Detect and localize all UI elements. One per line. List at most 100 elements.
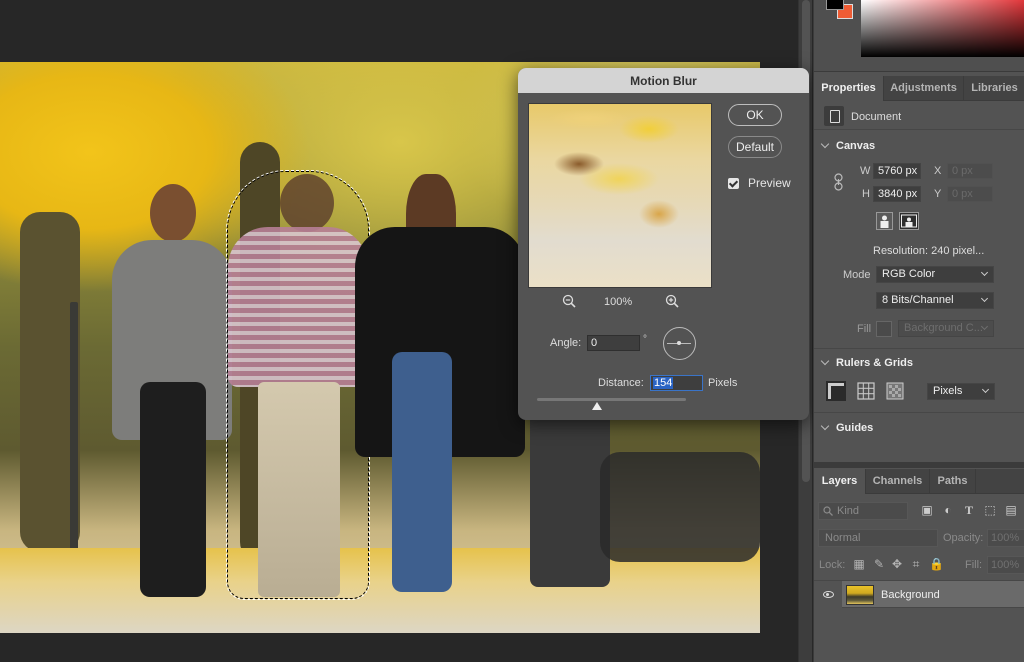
lock-transparent-pixels-icon[interactable]: ▦ (852, 557, 866, 571)
layers-list-empty-area (814, 609, 1024, 662)
chevron-down-icon (981, 385, 990, 394)
type-layer-filter-icon[interactable]: T (962, 503, 976, 517)
ok-button[interactable]: OK (728, 104, 782, 126)
layer-thumbnail (846, 585, 874, 605)
rulers-grids-section-toggle[interactable]: Rulers & Grids (820, 356, 914, 369)
y-label: Y (934, 188, 942, 200)
angle-input[interactable]: 0 (587, 335, 640, 351)
selection-marquee (226, 170, 370, 600)
layer-visibility-toggle[interactable] (814, 581, 842, 609)
color-picker-field[interactable] (861, 0, 1024, 57)
chevron-down-icon (820, 356, 830, 366)
tab-adjustments[interactable]: Adjustments (884, 76, 964, 101)
chevron-down-icon (980, 294, 989, 303)
fill-color-swatch[interactable] (876, 321, 892, 337)
smart-object-filter-icon[interactable]: ▤ (1004, 503, 1018, 517)
canvas-x-input[interactable]: 0 px (947, 163, 993, 179)
fill-value: Background C... (904, 322, 983, 334)
opacity-label: Opacity: (943, 532, 984, 544)
link-dimensions-icon[interactable] (834, 173, 843, 191)
ruler-icon[interactable] (826, 381, 846, 401)
pixel-layer-filter-icon[interactable]: ▣ (920, 503, 934, 517)
guides-section-toggle[interactable]: Guides (820, 421, 873, 434)
lock-label: Lock: (819, 559, 846, 571)
zoom-out-icon[interactable] (562, 294, 576, 308)
lock-all-icon[interactable]: 🔒 (929, 557, 944, 571)
chevron-down-icon (820, 421, 830, 431)
search-icon (823, 506, 833, 516)
canvas-height-input[interactable]: 3840 px (873, 186, 921, 202)
angle-label: Angle: (550, 337, 582, 349)
resolution-text: Resolution: 240 pixel... (873, 245, 985, 257)
tab-layers[interactable]: Layers (814, 469, 866, 494)
distance-slider-track[interactable] (537, 398, 686, 401)
motion-blur-dialog: Motion Blur OK Default Preview 100% Angl… (518, 68, 809, 420)
photoshop-window: Motion Blur OK Default Preview 100% Angl… (0, 0, 1024, 662)
tab-properties[interactable]: Properties (814, 76, 884, 101)
layer-name[interactable]: Background (881, 589, 940, 601)
eye-icon (823, 591, 834, 598)
adjustment-layer-filter-icon[interactable]: ◐ (941, 503, 955, 517)
section-divider (814, 412, 1024, 413)
preview-checkbox[interactable] (728, 178, 739, 189)
canvas-width-input[interactable]: 5760 px (873, 163, 921, 179)
canvas-section-title: Canvas (836, 140, 876, 152)
mode-label: Mode (843, 269, 871, 281)
tab-paths[interactable]: Paths (930, 469, 976, 494)
layer-filter-kind-select[interactable]: Kind (818, 502, 908, 520)
color-mode-value: RGB Color (882, 268, 936, 280)
preview-label[interactable]: Preview (748, 176, 791, 190)
distance-value: 154 (653, 377, 674, 389)
angle-dial[interactable] (663, 327, 696, 360)
person-left-head (150, 184, 196, 242)
person-left-legs (140, 382, 206, 597)
tab-channels[interactable]: Channels (866, 469, 930, 494)
layer-fill-label: Fill: (965, 559, 983, 571)
distance-slider-thumb[interactable] (591, 402, 602, 410)
landscape-orientation-button[interactable] (899, 212, 919, 230)
person-right-jeans (392, 352, 452, 592)
document-properties-header: Document (814, 102, 1024, 130)
blend-mode-select[interactable]: Normal (818, 529, 938, 547)
grid-icon[interactable] (856, 381, 876, 401)
bit-depth-select[interactable]: 8 Bits/Channel (876, 292, 994, 309)
distance-input[interactable]: 154 (650, 375, 703, 391)
lock-position-icon[interactable]: ✥ (890, 557, 904, 571)
panel-separator (814, 462, 1024, 468)
right-panel-dock: Properties Adjustments Libraries Documen… (813, 0, 1024, 662)
layer-filter-value: Kind (837, 505, 860, 517)
document-label: Document (851, 111, 902, 123)
lock-artboard-icon[interactable]: ⌗ (909, 557, 923, 571)
zoom-in-icon[interactable] (665, 294, 679, 308)
layers-tabbar: Layers Channels Paths (814, 469, 1024, 494)
filter-preview[interactable] (528, 103, 712, 288)
degree-symbol: ° (643, 334, 647, 345)
canvas-y-input[interactable]: 0 px (947, 186, 993, 202)
portrait-orientation-button[interactable] (876, 212, 893, 230)
tab-libraries[interactable]: Libraries (964, 76, 1024, 101)
layer-row[interactable]: Background (814, 580, 1024, 609)
bit-depth-value: 8 Bits/Channel (882, 294, 954, 306)
foreground-color-swatch[interactable] (826, 0, 844, 10)
canvas-section-toggle[interactable]: Canvas (820, 139, 876, 152)
opacity-input[interactable]: 100% (987, 529, 1024, 547)
x-label: X (934, 165, 942, 177)
chevron-down-icon (820, 139, 830, 149)
default-button[interactable]: Default (728, 136, 782, 158)
pixel-grid-icon[interactable] (885, 381, 905, 401)
portrait-icon (880, 215, 889, 228)
shape-layer-filter-icon[interactable]: ⬚ (983, 503, 997, 517)
ruler-units-select[interactable]: Pixels (927, 383, 995, 400)
width-label: W (860, 165, 871, 177)
preview-zoom-level: 100% (604, 296, 633, 308)
seated-people (600, 452, 760, 562)
color-mode-select[interactable]: RGB Color (876, 266, 994, 283)
dialog-title[interactable]: Motion Blur (518, 68, 809, 93)
angle-dial-center (677, 341, 681, 345)
fill-select[interactable]: Background C... (898, 320, 994, 337)
layer-fill-input[interactable]: 100% (987, 556, 1024, 574)
lock-image-pixels-icon[interactable]: ✎ (872, 557, 886, 571)
rulers-grids-title: Rulers & Grids (836, 357, 914, 369)
landscape-icon (901, 214, 917, 228)
distance-label: Distance: (598, 377, 644, 389)
